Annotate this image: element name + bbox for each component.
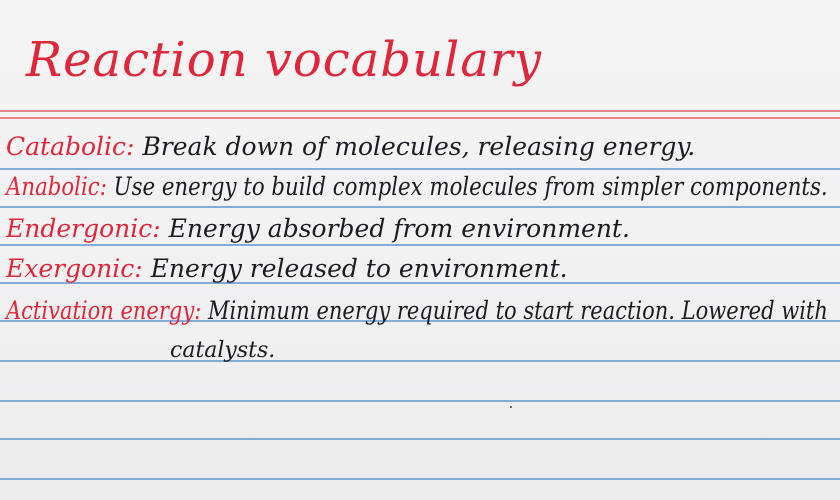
blue-rule <box>0 438 840 440</box>
vocab-entry-exergonic: Exergonic: Energy released to environmen… <box>6 250 568 288</box>
index-card: Reaction vocabulary Catabolic: Break dow… <box>0 0 840 500</box>
vocab-entry-endergonic: Endergonic: Energy absorbed from environ… <box>6 210 630 248</box>
red-rule-bottom <box>0 117 840 119</box>
vocab-entry-catabolic: Catabolic: Break down of molecules, rele… <box>6 128 695 166</box>
blue-rule <box>0 206 840 208</box>
blue-rule <box>0 478 840 480</box>
vocab-definition: Use energy to build complex molecules fr… <box>113 172 828 201</box>
card-title: Reaction vocabulary <box>26 32 542 88</box>
vocab-term: Activation energy: <box>6 296 202 325</box>
vocab-term: Exergonic: <box>6 254 143 283</box>
vocab-definition: Break down of molecules, releasing energ… <box>142 132 696 161</box>
blue-rule <box>0 360 840 362</box>
vocab-term: Catabolic: <box>6 132 135 161</box>
vocab-definition: Minimum energy required to start reactio… <box>207 296 828 325</box>
blue-rule <box>0 400 840 402</box>
vocab-term: Anabolic: <box>6 172 107 201</box>
vocab-definition: Energy absorbed from environment. <box>168 214 630 243</box>
vocab-entry-activation-energy: Activation energy: Minimum energy requir… <box>6 292 828 330</box>
ink-speck <box>510 406 512 408</box>
vocab-term: Endergonic: <box>6 214 161 243</box>
red-rule-top <box>0 110 840 112</box>
vocab-entry-anabolic: Anabolic: Use energy to build complex mo… <box>6 168 828 206</box>
vocab-definition-continuation: catalysts. <box>170 338 276 363</box>
vocab-definition: Energy released to environment. <box>150 254 568 283</box>
